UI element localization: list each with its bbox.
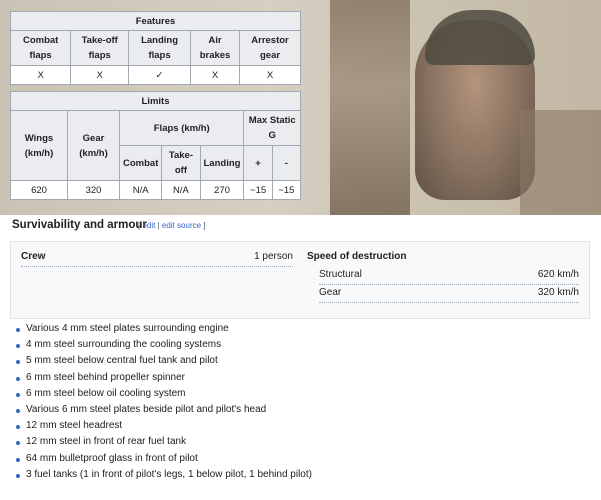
limits-value: ~15 [243, 180, 273, 200]
minus-g-header: - [271, 145, 302, 181]
flaps-header: Flaps (km/h) [118, 110, 245, 146]
limits-value: ~15 [271, 180, 302, 200]
list-item: 12 mm steel headrest [14, 418, 312, 434]
features-value: X [239, 65, 301, 85]
list-item: 12 mm steel in front of rear fuel tank [14, 434, 312, 450]
features-title: Features [10, 11, 301, 31]
list-item: 6 mm steel below oil cooling system [14, 386, 312, 402]
list-item: 5 mm steel below central fuel tank and p… [14, 353, 312, 369]
features-value: ✓ [128, 65, 191, 85]
limits-value: N/A [118, 180, 163, 200]
gear-row: Gear 320 km/h [319, 287, 579, 298]
features-header: Combat flaps [9, 30, 72, 66]
limits-value: 270 [199, 180, 245, 200]
features-header: Take-off flaps [70, 30, 130, 66]
list-item: 3 fuel tanks (1 in front of pilot's legs… [14, 467, 312, 483]
limits-value: N/A [161, 180, 201, 200]
structural-value: 620 km/h [537, 269, 579, 280]
list-item: 6 mm steel behind propeller spinner [14, 370, 312, 386]
max-static-g-header: Max Static G [243, 110, 301, 146]
survivability-panel: Survivability and armour [ edit | edit s… [0, 215, 601, 500]
plus-g-header: + [243, 145, 273, 181]
list-item: 64 mm bulletproof glass in front of pilo… [14, 451, 312, 467]
takeoff-header: Take-off [161, 145, 201, 181]
specs-box: Crew 1 person Speed of destruction Struc… [10, 241, 590, 319]
armour-list: Various 4 mm steel plates surrounding en… [14, 321, 312, 483]
structural-label: Structural [319, 269, 362, 280]
combat-header: Combat [118, 145, 163, 181]
wings-header: Wings (km/h) [10, 110, 68, 181]
limits-table: Limits Wings (km/h) Gear (km/h) Flaps (k… [10, 91, 302, 200]
features-header: Arrestor gear [239, 30, 301, 66]
features-header: Air brakes [189, 30, 241, 66]
edit-link[interactable]: edit [142, 221, 155, 230]
features-value: X [70, 65, 130, 85]
features-value: X [9, 65, 72, 85]
landing-header: Landing [199, 145, 245, 181]
limits-title: Limits [10, 91, 301, 111]
speed-of-destruction-label: Speed of destruction [307, 251, 407, 262]
crew-label: Crew [21, 251, 46, 262]
list-item: Various 4 mm steel plates surrounding en… [14, 321, 312, 337]
list-item: 4 mm steel surrounding the cooling syste… [14, 337, 312, 353]
limits-value: 320 [67, 180, 120, 200]
edit-source-link[interactable]: edit source [162, 221, 201, 230]
edit-links: [ edit | edit source ] [138, 221, 206, 230]
features-value: X [189, 65, 241, 85]
gear-value: 320 km/h [537, 287, 579, 298]
divider [319, 302, 579, 303]
features-header: Landing flaps [128, 30, 191, 66]
section-title: Survivability and armour [12, 219, 147, 231]
gear-header: Gear (km/h) [67, 110, 120, 181]
limits-value: 620 [10, 180, 68, 200]
structural-row: Structural 620 km/h [319, 269, 579, 280]
divider [319, 284, 579, 285]
features-table: Features Combat flaps Take-off flaps Lan… [9, 11, 301, 85]
crew-value: 1 person [254, 251, 293, 262]
gear-label: Gear [319, 287, 342, 298]
divider [21, 266, 293, 267]
list-item: Various 6 mm steel plates beside pilot a… [14, 402, 312, 418]
